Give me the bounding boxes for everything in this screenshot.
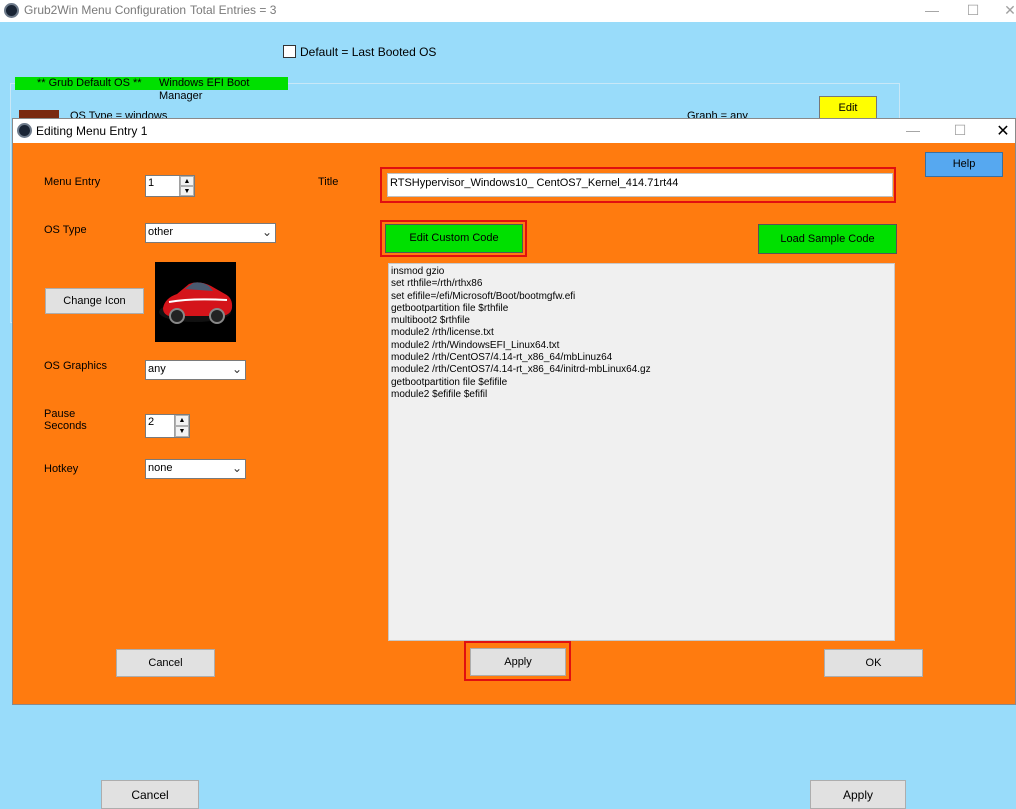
default-last-booted-checkbox[interactable] — [283, 45, 296, 58]
spin-up-icon[interactable]: ▲ — [180, 176, 194, 186]
pause-seconds-value: 2 — [148, 416, 155, 428]
dialog-maximize-icon[interactable]: ☐ — [945, 122, 975, 139]
load-sample-code-button[interactable]: Load Sample Code — [758, 224, 897, 254]
pause-label: Pause — [44, 408, 76, 420]
dialog-close-icon[interactable]: ✕ — [988, 121, 1016, 141]
background-apply-button[interactable]: Apply — [810, 780, 906, 809]
edit-custom-code-button[interactable]: Edit Custom Code — [385, 224, 523, 253]
pause-seconds-spinner[interactable]: ▲ ▼ — [174, 415, 189, 437]
default-last-booted-label: Default = Last Booted OS — [300, 45, 437, 59]
chevron-down-icon: ⌄ — [231, 362, 242, 376]
spin-down-icon[interactable]: ▼ — [180, 186, 194, 196]
custom-code-textarea[interactable]: insmod gzio set rthfile=/rth/rthx86 set … — [388, 263, 895, 641]
minimize-icon[interactable]: — — [917, 2, 947, 18]
os-graphics-value: any — [148, 363, 166, 375]
dialog-title: Editing Menu Entry 1 — [36, 124, 148, 138]
ok-button[interactable]: OK — [824, 649, 923, 677]
seconds-label: Seconds — [44, 420, 87, 432]
background-cancel-button[interactable]: Cancel — [101, 780, 199, 809]
pause-seconds-spinbox[interactable]: 2 ▲ ▼ — [145, 414, 190, 438]
title-label: Title — [318, 176, 339, 188]
dialog-minimize-icon[interactable]: — — [898, 122, 928, 138]
apply-button[interactable]: Apply — [470, 648, 566, 676]
os-type-label: OS Type — [44, 224, 87, 236]
os-type-value: other — [148, 226, 174, 238]
car-icon — [159, 282, 233, 324]
chevron-down-icon: ⌄ — [231, 461, 242, 475]
os-graphics-select[interactable]: any ⌄ — [145, 360, 246, 380]
menu-entry-spinbox[interactable]: 1 ▲ ▼ — [145, 175, 195, 197]
hotkey-select[interactable]: none ⌄ — [145, 459, 246, 479]
chevron-down-icon: ⌄ — [261, 225, 272, 239]
edit-menu-entry-dialog: Editing Menu Entry 1 — ☐ ✕ Help Menu Ent… — [12, 118, 1016, 705]
grub2win-app-icon — [4, 3, 19, 18]
total-entries-label: Total Entries = 3 — [190, 3, 277, 17]
maximize-icon[interactable]: ☐ — [958, 2, 988, 19]
title-input[interactable]: RTSHypervisor_Windows10_ CentOS7_Kernel_… — [387, 173, 893, 197]
default-os-bar: ** Grub Default OS ** Windows EFI Boot M… — [15, 77, 288, 102]
os-type-select[interactable]: other ⌄ — [145, 223, 276, 243]
hotkey-label: Hotkey — [44, 463, 79, 475]
help-button[interactable]: Help — [925, 152, 1003, 177]
background-window-title: Grub2Win Menu Configuration — [24, 3, 187, 17]
cancel-button[interactable]: Cancel — [116, 649, 215, 677]
spin-down-icon[interactable]: ▼ — [175, 426, 189, 437]
menu-entry-spinner[interactable]: ▲ ▼ — [179, 176, 194, 196]
os-graphics-label: OS Graphics — [44, 360, 107, 372]
dialog-app-icon — [17, 123, 32, 138]
spin-up-icon[interactable]: ▲ — [175, 415, 189, 426]
edit-entry-button[interactable]: Edit — [819, 96, 877, 120]
os-icon-preview — [155, 262, 236, 342]
change-icon-button[interactable]: Change Icon — [45, 288, 144, 314]
menu-entry-value: 1 — [148, 177, 155, 189]
default-os-tag: ** Grub Default OS ** — [37, 77, 142, 89]
hotkey-value: none — [148, 462, 173, 474]
menu-entry-label: Menu Entry — [44, 176, 101, 188]
boot-manager-label: Windows EFI Boot Manager — [159, 77, 250, 102]
close-icon[interactable]: ✕ — [995, 2, 1016, 19]
dialog-titlebar — [13, 119, 1015, 143]
